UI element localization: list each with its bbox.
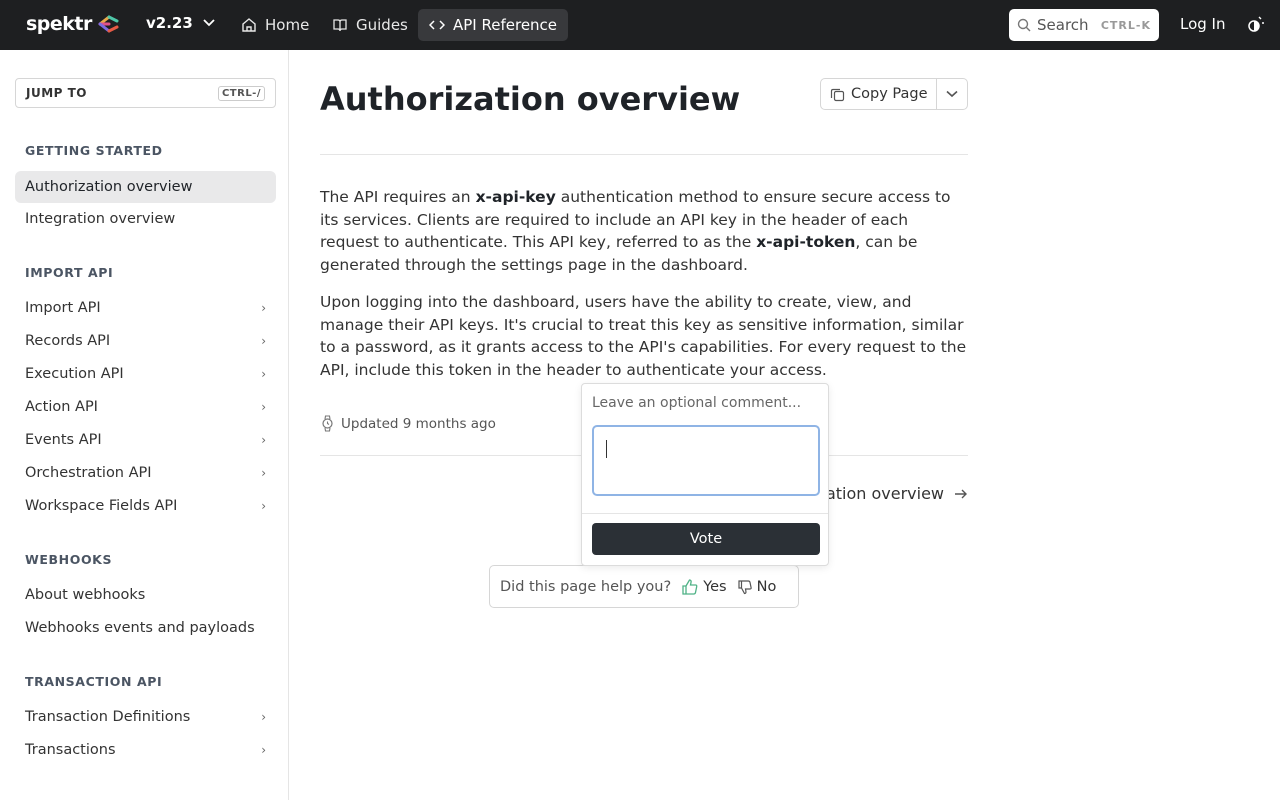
sidebar-item-workspace-fields-api[interactable]: Workspace Fields API › (15, 490, 276, 522)
sidebar-item-webhooks-events[interactable]: Webhooks events and payloads (15, 612, 276, 644)
feedback-no-label: No (756, 578, 777, 595)
sidebar-item-events-api[interactable]: Events API › (15, 424, 276, 456)
sidebar-item-label: Authorization overview (25, 179, 193, 195)
section-title-import-api: IMPORT API (25, 265, 114, 280)
book-icon (333, 19, 347, 32)
copy-page-dropdown[interactable] (937, 79, 967, 109)
tab-guides-label: Guides (356, 16, 408, 34)
thumbs-down-icon (738, 579, 752, 594)
thumbs-up-icon (682, 578, 698, 595)
jump-to-shortcut: CTRL-/ (217, 85, 265, 101)
sidebar-item-label: Workspace Fields API (25, 498, 178, 514)
theme-toggle-icon (1248, 16, 1264, 32)
code-icon (429, 20, 445, 30)
sidebar-item-transaction-definitions[interactable]: Transaction Definitions › (15, 701, 276, 733)
vote-button[interactable]: Vote (592, 523, 820, 555)
chevron-right-icon: › (261, 367, 266, 381)
watch-icon (322, 415, 333, 432)
search-label: Search (1037, 16, 1089, 34)
paragraph-1: The API requires an x-api-key authentica… (320, 186, 968, 276)
comment-textarea[interactable] (592, 425, 820, 496)
search-shortcut: CTRL-K (1100, 18, 1151, 32)
search-input[interactable]: Search CTRL-K (1009, 9, 1159, 41)
tab-api-reference-label: API Reference (453, 16, 558, 34)
text-caret (606, 440, 607, 458)
feedback-yes-button[interactable]: Yes (681, 578, 727, 596)
sidebar-item-label: Import API (25, 300, 101, 316)
home-icon (242, 18, 256, 32)
chevron-right-icon: › (261, 433, 266, 447)
sidebar-item-execution-api[interactable]: Execution API › (15, 358, 276, 390)
jump-to-label: JUMP TO (26, 86, 88, 100)
next-page-label: ation overview (825, 484, 944, 503)
feedback-no-button[interactable]: No (737, 578, 777, 595)
jump-to-input[interactable]: JUMP TO CTRL-/ (15, 78, 276, 108)
tab-api-reference[interactable]: API Reference (418, 9, 569, 41)
chevron-right-icon: › (261, 499, 266, 513)
inline-code-term: x-api-key (475, 188, 556, 206)
chevron-right-icon: › (261, 743, 266, 757)
sidebar-item-label: Action API (25, 399, 98, 415)
sidebar-item-records-api[interactable]: Records API › (15, 325, 276, 357)
feedback-bar: Did this page help you? Yes No (489, 565, 799, 608)
feedback-question: Did this page help you? (500, 578, 672, 595)
logo[interactable]: spektr (26, 12, 122, 36)
chevron-down-icon (946, 90, 958, 98)
login-link[interactable]: Log In (1180, 15, 1226, 33)
updated-text: Updated 9 months ago (341, 415, 496, 432)
divider (320, 154, 968, 155)
sidebar-item-label: Orchestration API (25, 465, 152, 481)
sidebar-item-label: Transactions (25, 742, 116, 758)
copy-page-label: Copy Page (851, 86, 928, 102)
sidebar-item-label: Transaction Definitions (25, 709, 191, 725)
sidebar-item-integration-overview[interactable]: Integration overview (15, 203, 276, 235)
sidebar-item-label: About webhooks (25, 587, 146, 603)
divider (582, 513, 828, 514)
comment-label: Leave an optional comment... (592, 395, 802, 411)
sidebar-item-label: Records API (25, 333, 111, 349)
top-nav: spektr v2.23 Home Guides API Reference S… (0, 0, 1280, 50)
sidebar-item-label: Webhooks events and payloads (25, 620, 255, 636)
chevron-right-icon: › (261, 400, 266, 414)
text-segment: The API requires an (320, 188, 476, 206)
section-title-transaction-api: TRANSACTION API (25, 674, 163, 689)
updated-info: Updated 9 months ago (320, 415, 496, 432)
arrow-right-icon (955, 489, 967, 498)
tab-guides[interactable]: Guides (321, 9, 419, 41)
chevron-down-icon (203, 19, 215, 27)
copy-page-button[interactable]: Copy Page (821, 79, 937, 109)
sidebar-item-import-api[interactable]: Import API › (15, 292, 276, 324)
chevron-right-icon: › (261, 710, 266, 724)
version-label: v2.23 (146, 14, 193, 32)
sidebar-item-orchestration-api[interactable]: Orchestration API › (15, 457, 276, 489)
sidebar-item-transactions[interactable]: Transactions › (15, 734, 276, 766)
page-title: Authorization overview (320, 80, 741, 118)
tab-home-label: Home (265, 16, 310, 34)
sidebar-item-action-api[interactable]: Action API › (15, 391, 276, 423)
logo-mark-icon (98, 15, 119, 33)
chevron-right-icon: › (261, 301, 266, 315)
sidebar-item-label: Execution API (25, 366, 124, 382)
sidebar: JUMP TO CTRL-/ GETTING STARTED Authoriza… (0, 50, 289, 800)
section-title-webhooks: WEBHOOKS (25, 552, 113, 567)
sidebar-item-authorization-overview[interactable]: Authorization overview (15, 171, 276, 203)
feedback-yes-label: Yes (703, 578, 727, 595)
tab-home[interactable]: Home (230, 9, 320, 41)
inline-code-term: x-api-token (756, 233, 856, 251)
copy-icon (830, 88, 845, 101)
sidebar-item-about-webhooks[interactable]: About webhooks (15, 579, 276, 611)
sidebar-item-label: Integration overview (25, 211, 176, 227)
comment-popover: Leave an optional comment... Vote (581, 383, 829, 566)
chevron-right-icon: › (261, 466, 266, 480)
search-icon (1017, 18, 1031, 32)
sidebar-item-label: Events API (25, 432, 102, 448)
copy-page-group: Copy Page (820, 78, 968, 110)
version-selector[interactable]: v2.23 (146, 14, 215, 32)
theme-toggle[interactable] (1244, 14, 1264, 38)
logo-text: spektr (26, 13, 92, 35)
section-title-getting-started: GETTING STARTED (25, 143, 163, 158)
chevron-right-icon: › (261, 334, 266, 348)
paragraph-2: Upon logging into the dashboard, users h… (320, 293, 967, 379)
